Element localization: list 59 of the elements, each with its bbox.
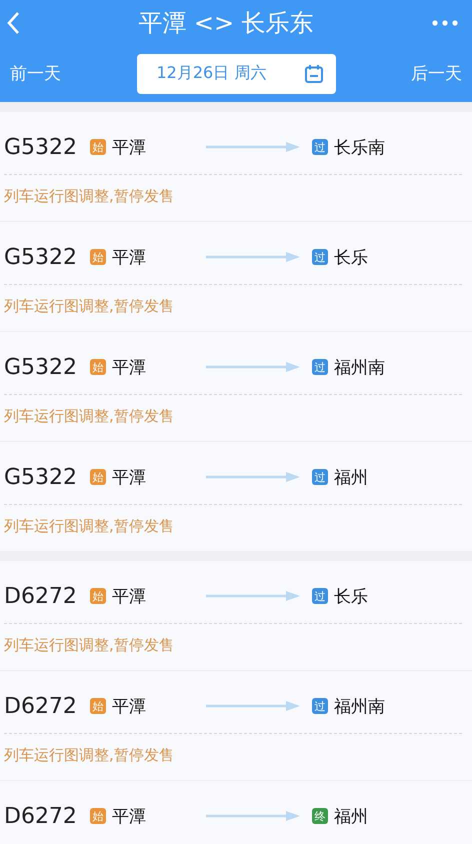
station-badge: 始: [90, 139, 106, 155]
station-badge: 始: [90, 359, 106, 375]
departure-station: 平潭: [112, 136, 147, 158]
arrow-icon: [206, 701, 300, 711]
station-badge: 过: [312, 698, 328, 714]
arrow-icon: [206, 811, 300, 821]
train-card[interactable]: G5322 始 平潭 过 长乐南 列车运行图调整,暂停发售: [0, 112, 472, 221]
station-badge: 过: [312, 469, 328, 485]
status-note: 列车运行图调整,暂停发售: [4, 517, 175, 536]
station-badge: 过: [312, 359, 328, 375]
arrival-station: 福州南: [334, 356, 385, 378]
station-badge: 始: [90, 249, 106, 265]
status-note: 列车运行图调整,暂停发售: [4, 297, 175, 316]
departure-station: 平潭: [112, 586, 147, 608]
arrival-station: 长乐南: [334, 136, 385, 158]
page-title: 平潭 <> 长乐东: [138, 8, 314, 38]
arrival-station: 福州南: [334, 696, 385, 718]
station-badge: 始: [90, 808, 106, 824]
departure-station: 平潭: [112, 466, 147, 488]
train-card[interactable]: G5322 始 平潭 过 福州南 列车运行图调整,暂停发售: [0, 332, 472, 441]
status-note: 列车运行图调整,暂停发售: [4, 636, 175, 655]
back-icon[interactable]: [6, 10, 20, 34]
arrival-station: 长乐: [334, 246, 368, 268]
arrival-station: 长乐: [334, 586, 368, 608]
arrow-icon: [206, 591, 300, 601]
station-badge: 始: [90, 698, 106, 714]
arrival-station: 福州: [334, 466, 368, 488]
arrow-icon: [206, 362, 300, 372]
departure-station: 平潭: [112, 246, 147, 268]
train-card[interactable]: D6272 始 平潭 终 福州: [0, 781, 472, 844]
calendar-icon: [304, 64, 324, 84]
station-badge: 过: [312, 588, 328, 604]
train-card[interactable]: G5322 始 平潭 过 福州 列车运行图调整,暂停发售: [0, 442, 472, 551]
station-badge: 终: [312, 808, 328, 824]
arrow-icon: [206, 142, 300, 152]
status-note: 列车运行图调整,暂停发售: [4, 746, 175, 765]
train-number: D6272: [4, 584, 78, 608]
train-card[interactable]: G5322 始 平潭 过 长乐 列车运行图调整,暂停发售: [0, 222, 472, 331]
train-number: D6272: [4, 804, 78, 828]
train-number: G5322: [4, 464, 78, 490]
station-badge: 始: [90, 588, 106, 604]
departure-station: 平潭: [112, 696, 147, 718]
arrow-icon: [206, 252, 300, 262]
train-card[interactable]: D6272 始 平潭 过 长乐 列车运行图调整,暂停发售: [0, 561, 472, 670]
station-badge: 过: [312, 139, 328, 155]
arrival-station: 福州: [334, 806, 368, 828]
train-number: G5322: [4, 354, 78, 380]
status-note: 列车运行图调整,暂停发售: [4, 187, 175, 206]
train-number: D6272: [4, 694, 78, 718]
station-badge: 始: [90, 469, 106, 485]
more-icon[interactable]: [432, 20, 458, 26]
station-badge: 过: [312, 249, 328, 265]
train-number: G5322: [4, 244, 78, 270]
departure-station: 平潭: [112, 356, 147, 378]
departure-station: 平潭: [112, 806, 147, 828]
arrow-icon: [206, 472, 300, 482]
train-card[interactable]: D6272 始 平潭 过 福州南 列车运行图调整,暂停发售: [0, 671, 472, 780]
train-number: G5322: [4, 134, 78, 160]
status-note: 列车运行图调整,暂停发售: [4, 407, 175, 426]
